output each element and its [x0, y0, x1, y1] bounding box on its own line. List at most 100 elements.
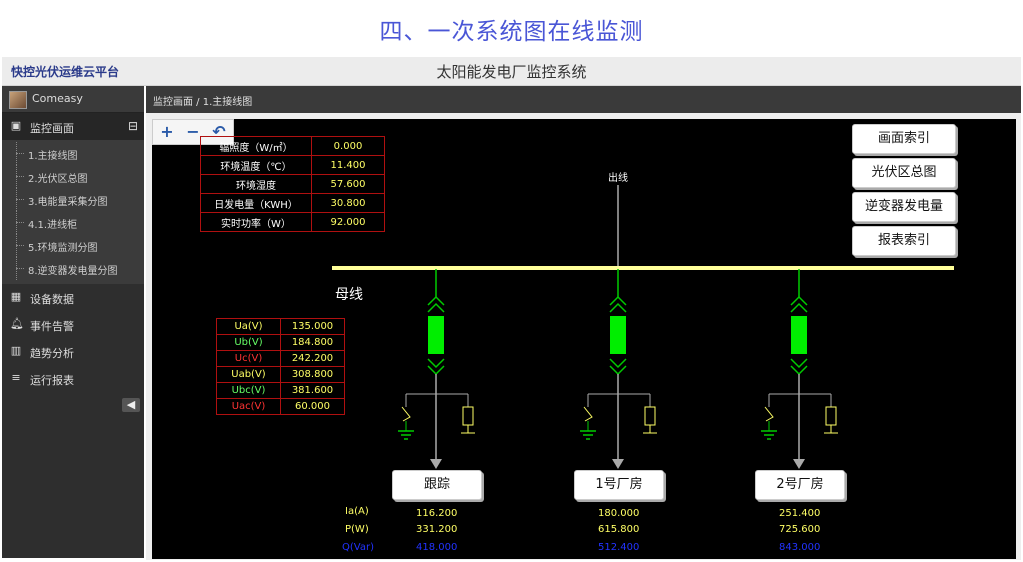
- bar-chart-icon: ▥: [10, 344, 22, 357]
- sidebar-subitem-pv-area[interactable]: 2.光伏区总图: [2, 165, 144, 188]
- env-value: 57.600: [311, 174, 385, 194]
- sidebar-subitem-incoming-cabinet[interactable]: 4.1.进线柜: [2, 211, 144, 234]
- voltage-label: Ua(V): [216, 318, 281, 335]
- table-row: 环境湿度 57.600: [200, 174, 385, 194]
- plant-1-q-value: 512.400: [598, 542, 640, 553]
- single-line-diagram: + − ↶ 辐照度（W/㎡） 0.000 环境温度（℃） 11.400 环境湿度 57…: [152, 119, 1016, 559]
- sidebar-subitem-label: 1.主接线图: [28, 151, 78, 162]
- env-value: 92.000: [311, 212, 385, 232]
- tracking-ia-value: 116.200: [416, 508, 458, 519]
- sidebar-collapse-button[interactable]: ◀: [122, 398, 140, 412]
- top-bar: 快控光伏运维云平台 太阳能发电厂监控系统: [2, 57, 1021, 86]
- inverter-generation-button[interactable]: 逆变器发电量: [852, 192, 956, 222]
- breadcrumb-bar: 监控画面 / 1.主接线图: [146, 86, 1021, 113]
- voltage-value: 308.800: [280, 366, 345, 383]
- table-row: Ubc(V) 381.600: [216, 382, 345, 399]
- collapse-icon[interactable]: ⊟: [128, 119, 138, 133]
- user-panel[interactable]: Comeasy: [2, 86, 144, 113]
- sidebar-subitem-label: 5.环境监测分图: [28, 243, 98, 254]
- table-row: Uac(V) 60.000: [216, 398, 345, 415]
- breaker: [428, 316, 444, 354]
- sidebar-subitem-energy[interactable]: 3.电能量采集分图: [2, 188, 144, 211]
- voltage-label: Uab(V): [216, 366, 281, 383]
- diagram-container: + − ↶ 辐照度（W/㎡） 0.000 环境温度（℃） 11.400 环境湿度 57…: [146, 113, 1021, 560]
- table-row: Ua(V) 135.000: [216, 318, 345, 335]
- voltage-label: Uc(V): [216, 350, 281, 367]
- screen-index-button[interactable]: 画面索引: [852, 124, 956, 154]
- sidebar-subitem-label: 3.电能量采集分图: [28, 197, 108, 208]
- sidebar-item-label: 设备数据: [30, 293, 74, 306]
- breaker: [610, 316, 626, 354]
- plant-1-ia-value: 180.000: [598, 508, 640, 519]
- sidebar-item-report[interactable]: ≡ 运行报表: [2, 365, 144, 392]
- table-row: Uc(V) 242.200: [216, 350, 345, 367]
- feeder-plant-1-button[interactable]: 1号厂房: [574, 470, 664, 500]
- env-label: 环境温度（℃）: [200, 155, 312, 175]
- env-label: 辐照度（W/㎡）: [200, 136, 312, 156]
- feeder-tracking-button[interactable]: 跟踪: [392, 470, 482, 500]
- plant-1-p-value: 615.800: [598, 524, 640, 535]
- env-label: 日发电量（KWH）: [200, 193, 312, 213]
- sidebar-item-label: 监控画面: [30, 122, 74, 135]
- pv-area-overview-button[interactable]: 光伏区总图: [852, 158, 956, 188]
- avatar: [9, 91, 27, 109]
- plant-2-p-value: 725.600: [779, 524, 821, 535]
- tracking-q-value: 418.000: [416, 542, 458, 553]
- picture-icon: ▣: [10, 119, 22, 132]
- voltage-table: Ua(V) 135.000 Ub(V) 184.800 Uc(V) 242.200 U…: [216, 318, 345, 415]
- submenu-monitor: 1.主接线图 2.光伏区总图 3.电能量采集分图 4.1.进线柜 5.环境监测分…: [2, 140, 144, 284]
- feeder-plant-2-button[interactable]: 2号厂房: [755, 470, 845, 500]
- feeder-branch-plant-2: [761, 269, 838, 469]
- voltage-value: 135.000: [280, 318, 345, 335]
- measurement-label-ia: Ia(A): [345, 506, 369, 517]
- sidebar-subitem-label: 4.1.进线柜: [28, 220, 78, 231]
- arrow-left-circle-icon: ◀: [126, 398, 136, 411]
- measurement-label-q: Q(Var): [342, 542, 374, 553]
- report-index-button[interactable]: 报表索引: [852, 226, 956, 256]
- voltage-label: Ub(V): [216, 334, 281, 351]
- sidebar-subitem-inverter-power[interactable]: 8.逆变器发电量分图: [2, 257, 144, 280]
- voltage-label: Ubc(V): [216, 382, 281, 399]
- sidebar-subitem-main-wiring[interactable]: 1.主接线图: [2, 142, 144, 165]
- environment-table: 辐照度（W/㎡） 0.000 环境温度（℃） 11.400 环境湿度 57.600 日…: [200, 136, 385, 232]
- breadcrumb: 监控画面 / 1.主接线图: [153, 97, 253, 108]
- bus-label: 母线: [335, 287, 363, 303]
- voltage-value: 184.800: [280, 334, 345, 351]
- feeder-branch-plant-1: [580, 269, 657, 469]
- sidebar-item-device-data[interactable]: ▦ 设备数据: [2, 284, 144, 311]
- env-value: 11.400: [311, 155, 385, 175]
- sidebar-item-event-alarm[interactable]: 🔔︎ 事件告警: [2, 311, 144, 338]
- sidebar-item-trend[interactable]: ▥ 趋势分析: [2, 338, 144, 365]
- table-row: Ub(V) 184.800: [216, 334, 345, 351]
- plant-2-ia-value: 251.400: [779, 508, 821, 519]
- table-row: 辐照度（W/㎡） 0.000: [200, 136, 385, 156]
- env-value: 30.800: [311, 193, 385, 213]
- sidebar-subitem-environment[interactable]: 5.环境监测分图: [2, 234, 144, 257]
- list-icon: ≡: [11, 371, 21, 384]
- env-label: 实时功率（W）: [200, 212, 312, 232]
- voltage-value: 381.600: [280, 382, 345, 399]
- sidebar-subitem-label: 2.光伏区总图: [28, 174, 88, 185]
- breaker: [791, 316, 807, 354]
- page-title: 四、一次系统图在线监测: [379, 19, 644, 45]
- table-row: 实时功率（W） 92.000: [200, 212, 385, 232]
- env-label: 环境湿度: [200, 174, 312, 194]
- zoom-in-button[interactable]: +: [155, 121, 179, 143]
- env-value: 0.000: [311, 136, 385, 156]
- user-name: Comeasy: [32, 92, 83, 105]
- sidebar-item-label: 运行报表: [30, 374, 74, 387]
- plant-2-q-value: 843.000: [779, 542, 821, 553]
- sidebar-item-label: 趋势分析: [30, 347, 74, 360]
- outgoing-line-label: 出线: [608, 173, 628, 184]
- measurement-label-p: P(W): [345, 524, 369, 535]
- feeder-branch-tracking: [398, 269, 475, 469]
- sidebar-item-monitor[interactable]: ▣ 监控画面 ⊟: [2, 113, 144, 140]
- table-row: Uab(V) 308.800: [216, 366, 345, 383]
- grid-icon: ▦: [10, 290, 22, 303]
- sidebar: Comeasy ▣ 监控画面 ⊟ 1.主接线图 2.光伏区总图 3.电能量采集分…: [2, 86, 144, 558]
- voltage-value: 60.000: [280, 398, 345, 415]
- voltage-value: 242.200: [280, 350, 345, 367]
- voltage-label: Uac(V): [216, 398, 281, 415]
- table-row: 日发电量（KWH） 30.800: [200, 193, 385, 213]
- bell-icon: 🔔︎: [10, 317, 24, 330]
